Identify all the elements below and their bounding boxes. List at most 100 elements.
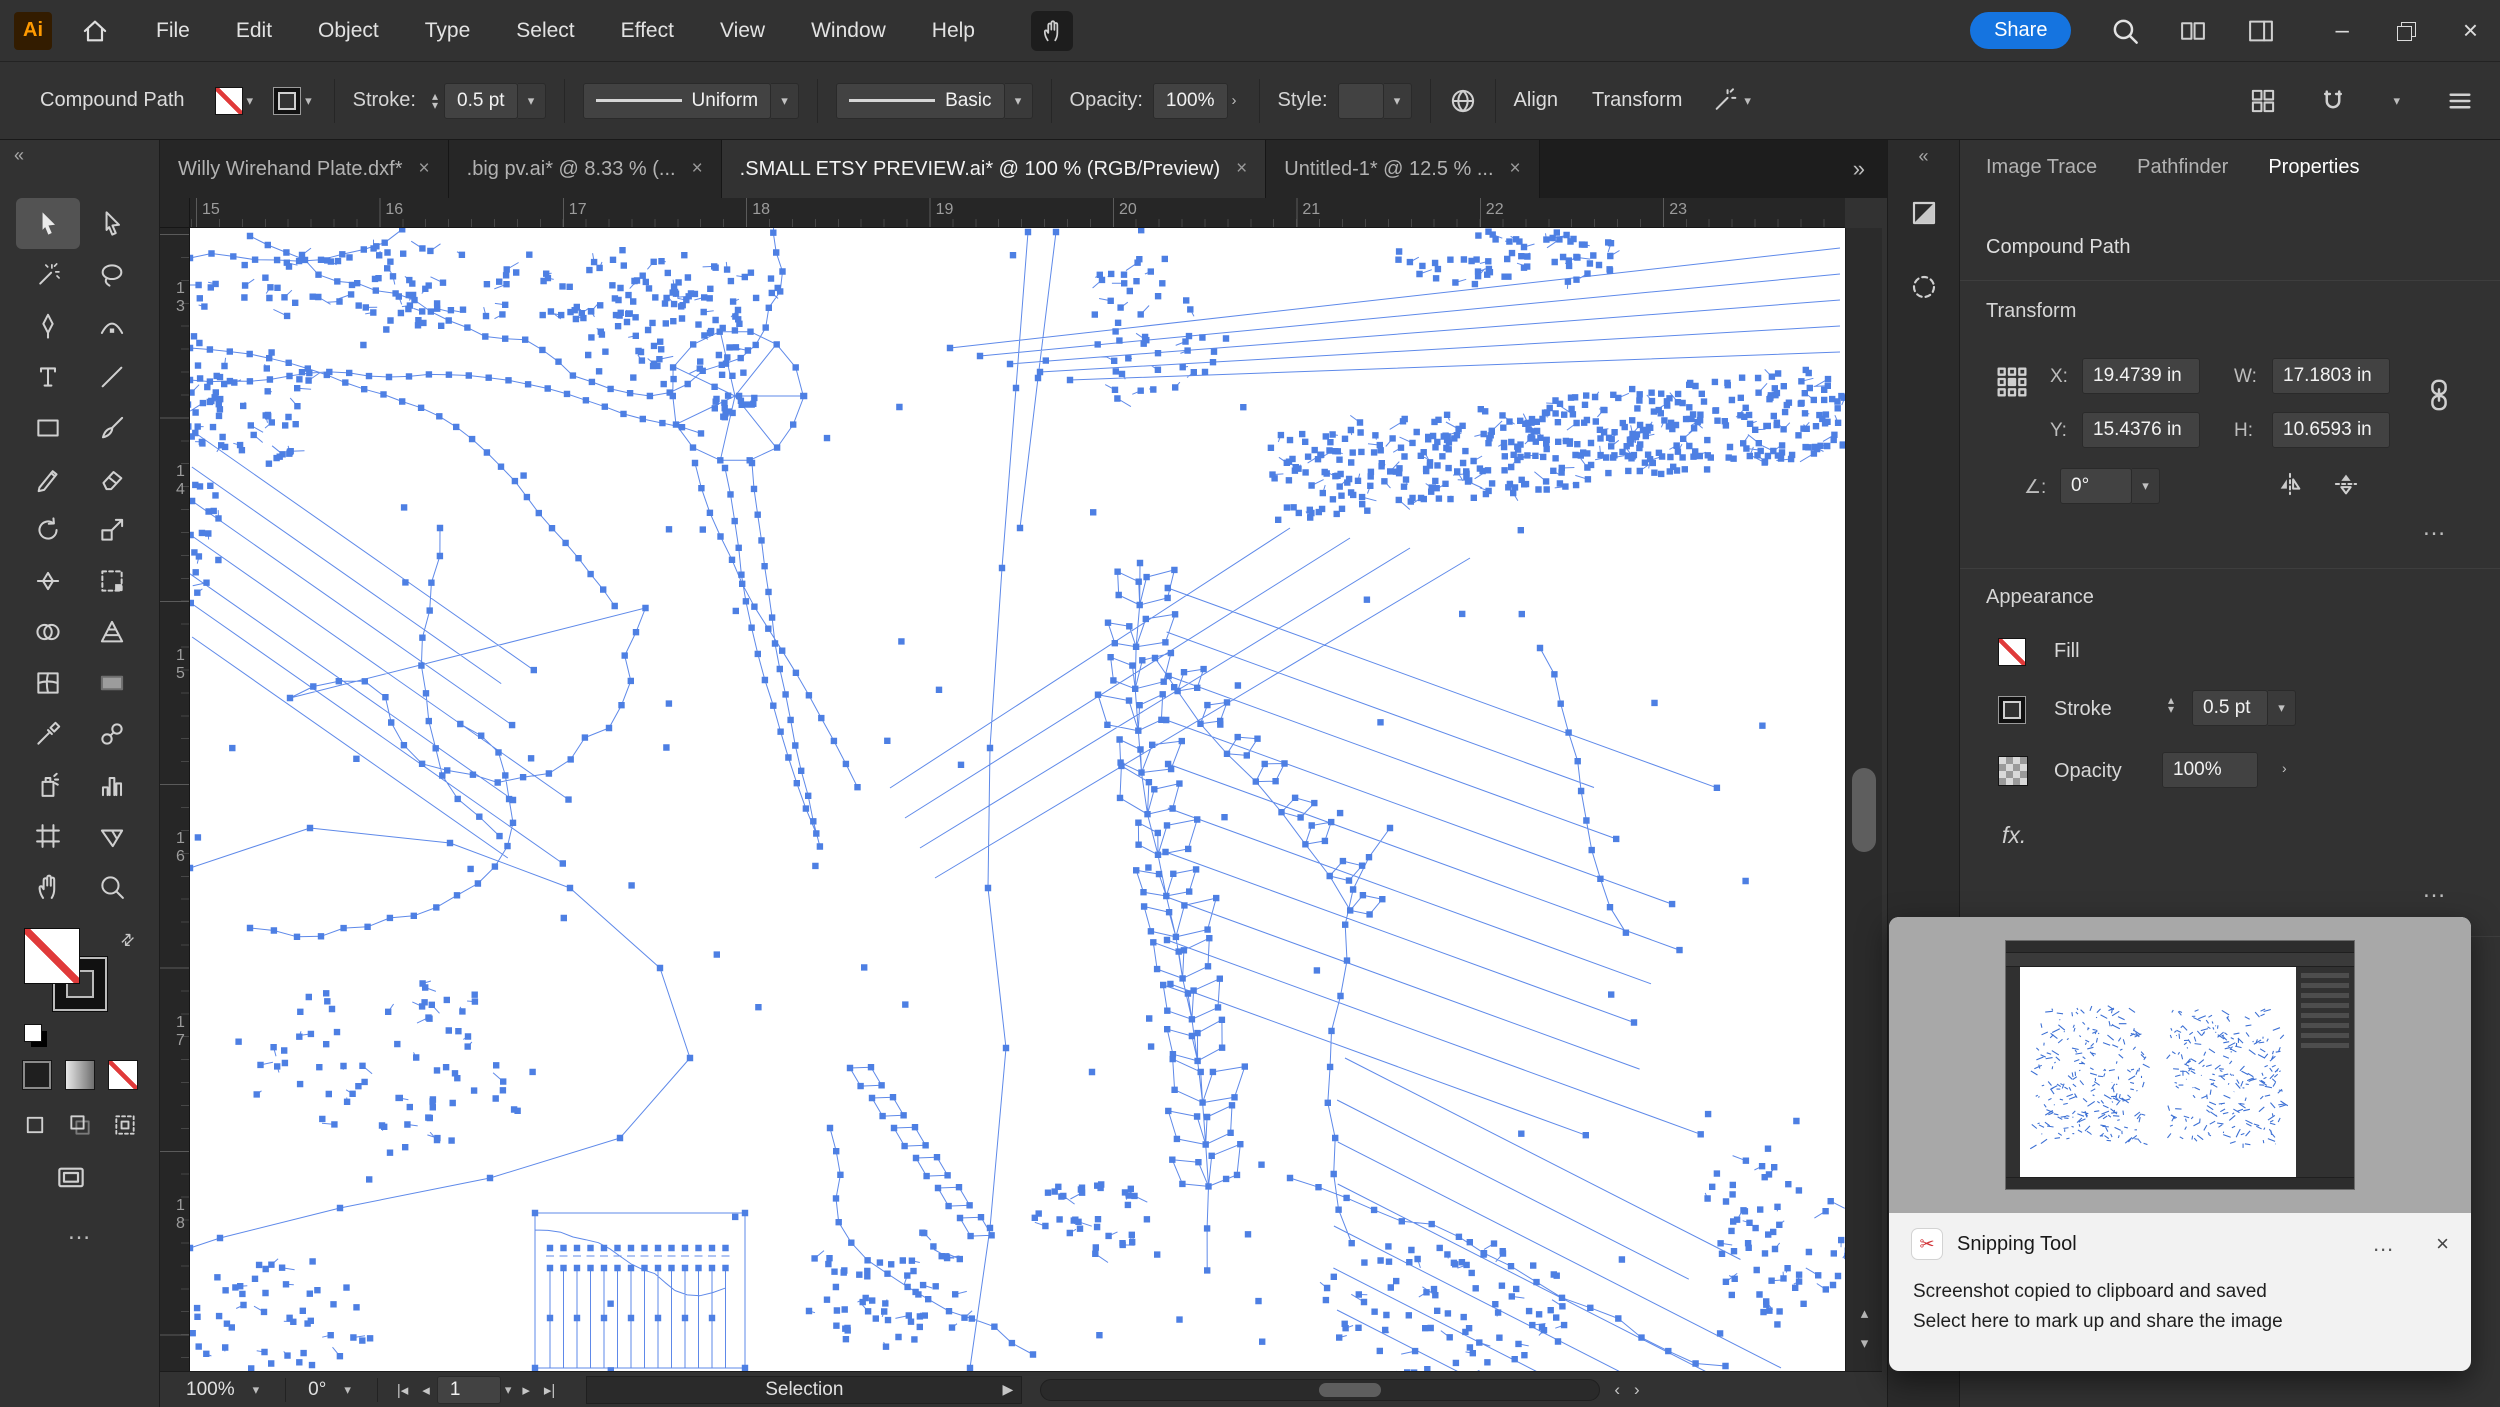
app-logo[interactable]: Ai	[14, 11, 52, 50]
angle-dropdown-icon[interactable]: ▾	[2132, 468, 2160, 504]
status-display[interactable]: Selection ▶	[586, 1375, 1023, 1404]
pen-tool[interactable]	[16, 300, 80, 351]
scroll-down-icon[interactable]: ▾	[1846, 1334, 1883, 1352]
next-artboard-icon[interactable]: ▸	[522, 1381, 530, 1399]
x-field[interactable]: 19.4739 in	[2082, 358, 2200, 394]
link-dimensions-icon[interactable]	[2422, 378, 2456, 412]
notification-body[interactable]: Screenshot copied to clipboard and saved…	[1889, 1275, 2471, 1339]
tab-properties[interactable]: Properties	[2268, 156, 2359, 196]
tab-pathfinder[interactable]: Pathfinder	[2137, 156, 2228, 196]
vertical-scrollbar[interactable]: ▴ ▾	[1845, 228, 1882, 1371]
fill-color-swatch[interactable]	[214, 86, 243, 115]
appearance-stroke-swatch[interactable]	[1998, 696, 2026, 724]
width-tool[interactable]	[16, 555, 80, 606]
direct-selection-tool[interactable]	[80, 198, 144, 249]
tab-close-icon[interactable]: ×	[692, 158, 703, 180]
menu-help[interactable]: Help	[932, 19, 975, 43]
artboard-dropdown-icon[interactable]: ▾	[505, 1382, 512, 1398]
horizontal-ruler[interactable]: 15 16 17 18 19 20 21 22 23	[190, 198, 1845, 228]
workspace-switcher-icon[interactable]	[2247, 17, 2275, 45]
align-button[interactable]: Align	[1514, 89, 1558, 112]
home-icon[interactable]	[78, 14, 112, 48]
vertical-ruler[interactable]: 13 14 15 16 17 18	[160, 228, 190, 1371]
appearance-stroke-dropdown-icon[interactable]: ▾	[2268, 690, 2296, 726]
stroke-color-swatch[interactable]	[273, 86, 302, 115]
menu-view[interactable]: View	[720, 19, 765, 43]
scroll-right-icon[interactable]: ›	[1634, 1380, 1640, 1400]
tab-overflow-icon[interactable]: »	[1853, 156, 1887, 182]
color-panel-icon[interactable]	[1888, 185, 1960, 241]
gradient-button[interactable]	[65, 1060, 95, 1090]
swap-fill-stroke-icon[interactable]: ⇄	[115, 928, 139, 952]
appearance-fill-label[interactable]: Fill	[2054, 640, 2080, 663]
document-tab-1[interactable]: Willy Wirehand Plate.dxf* ×	[160, 140, 449, 198]
lasso-tool[interactable]	[80, 249, 144, 300]
menu-effect[interactable]: Effect	[621, 19, 674, 43]
touch-workspace-icon[interactable]	[1031, 10, 1073, 51]
stroke-weight-stepper[interactable]: ▴ ▾	[432, 90, 438, 111]
draw-inside-icon[interactable]	[112, 1112, 138, 1138]
tab-close-icon[interactable]: ×	[419, 158, 430, 180]
notification-close-icon[interactable]: ×	[2436, 1231, 2449, 1257]
mesh-tool[interactable]	[16, 657, 80, 708]
paintbrush-tool[interactable]	[80, 402, 144, 453]
gradient-tool[interactable]	[80, 657, 144, 708]
horizontal-scrollbar-thumb[interactable]	[1319, 1382, 1382, 1397]
default-fill-stroke-icon[interactable]	[24, 1024, 42, 1042]
select-similar-icon[interactable]	[1712, 87, 1740, 115]
none-button[interactable]	[108, 1060, 138, 1090]
appearance-opacity-swatch[interactable]	[1998, 756, 2028, 786]
tab-close-icon[interactable]: ×	[1236, 158, 1247, 180]
scale-tool[interactable]	[80, 504, 144, 555]
h-field[interactable]: 10.6593 in	[2272, 412, 2390, 448]
hand-tool[interactable]	[16, 861, 80, 912]
perspective-grid-tool[interactable]	[80, 606, 144, 657]
y-field[interactable]: 15.4376 in	[2082, 412, 2200, 448]
reference-point-icon[interactable]	[1996, 366, 2028, 398]
opacity-panel-arrow[interactable]: ›	[1232, 92, 1237, 109]
control-panel-menu-icon[interactable]	[2446, 87, 2474, 115]
zoom-dropdown-icon[interactable]: ▾	[253, 1382, 260, 1398]
arrange-documents-icon[interactable]	[2179, 17, 2207, 45]
select-similar-dropdown-icon[interactable]: ▾	[1744, 93, 1751, 109]
stroke-dropdown-icon[interactable]: ▾	[305, 93, 312, 109]
document-tab-2[interactable]: .big pv.ai* @ 8.33 % (... ×	[448, 140, 722, 198]
opacity-field[interactable]: 100%	[1152, 82, 1228, 119]
restore-button[interactable]	[2396, 21, 2416, 41]
selection-tool[interactable]	[15, 198, 80, 249]
snapping-dropdown-icon[interactable]: ▾	[2393, 93, 2400, 109]
line-tool[interactable]	[80, 351, 144, 402]
transform-more-icon[interactable]: …	[2422, 514, 2448, 542]
appearance-stroke-stepper[interactable]: ▴ ▾	[2168, 694, 2174, 715]
rectangle-tool[interactable]	[16, 402, 80, 453]
screenshot-thumbnail[interactable]	[2005, 940, 2355, 1190]
scroll-left-icon[interactable]: ‹	[1614, 1380, 1620, 1400]
rotate-tool[interactable]	[16, 504, 80, 555]
blend-tool[interactable]	[80, 708, 144, 759]
rotation-control[interactable]: 0° ▾	[298, 1376, 365, 1404]
toolbar-collapse-icon[interactable]: «	[0, 140, 159, 170]
snapping-options-icon[interactable]	[2319, 87, 2347, 115]
slice-tool[interactable]	[80, 810, 144, 861]
document-tab-3[interactable]: .SMALL ETSY PREVIEW.ai* @ 100 % (RGB/Pre…	[721, 140, 1267, 198]
angle-field[interactable]: 0°	[2060, 468, 2132, 504]
appearance-stroke-label[interactable]: Stroke	[2054, 698, 2112, 721]
tab-close-icon[interactable]: ×	[1510, 158, 1521, 180]
fx-button[interactable]: fx.	[2002, 822, 2026, 849]
minimize-button[interactable]: –	[2335, 18, 2348, 42]
menu-type[interactable]: Type	[425, 19, 471, 43]
transform-button[interactable]: Transform	[1592, 89, 1682, 112]
scroll-up-icon[interactable]: ▴	[1846, 1304, 1883, 1322]
appearance-fill-swatch[interactable]	[1998, 638, 2026, 666]
draw-normal-icon[interactable]	[22, 1112, 48, 1138]
tab-image-trace[interactable]: Image Trace	[1986, 156, 2097, 196]
menu-select[interactable]: Select	[516, 19, 574, 43]
notification-more-icon[interactable]: …	[2372, 1231, 2396, 1257]
zoom-tool[interactable]	[80, 861, 144, 912]
width-profile-field[interactable]: Uniform	[582, 82, 772, 119]
rotation-dropdown-icon[interactable]: ▾	[344, 1382, 351, 1398]
pencil-tool[interactable]	[16, 453, 80, 504]
menu-file[interactable]: File	[156, 19, 190, 43]
type-tool[interactable]	[16, 351, 80, 402]
fill-dropdown-icon[interactable]: ▾	[247, 93, 254, 109]
